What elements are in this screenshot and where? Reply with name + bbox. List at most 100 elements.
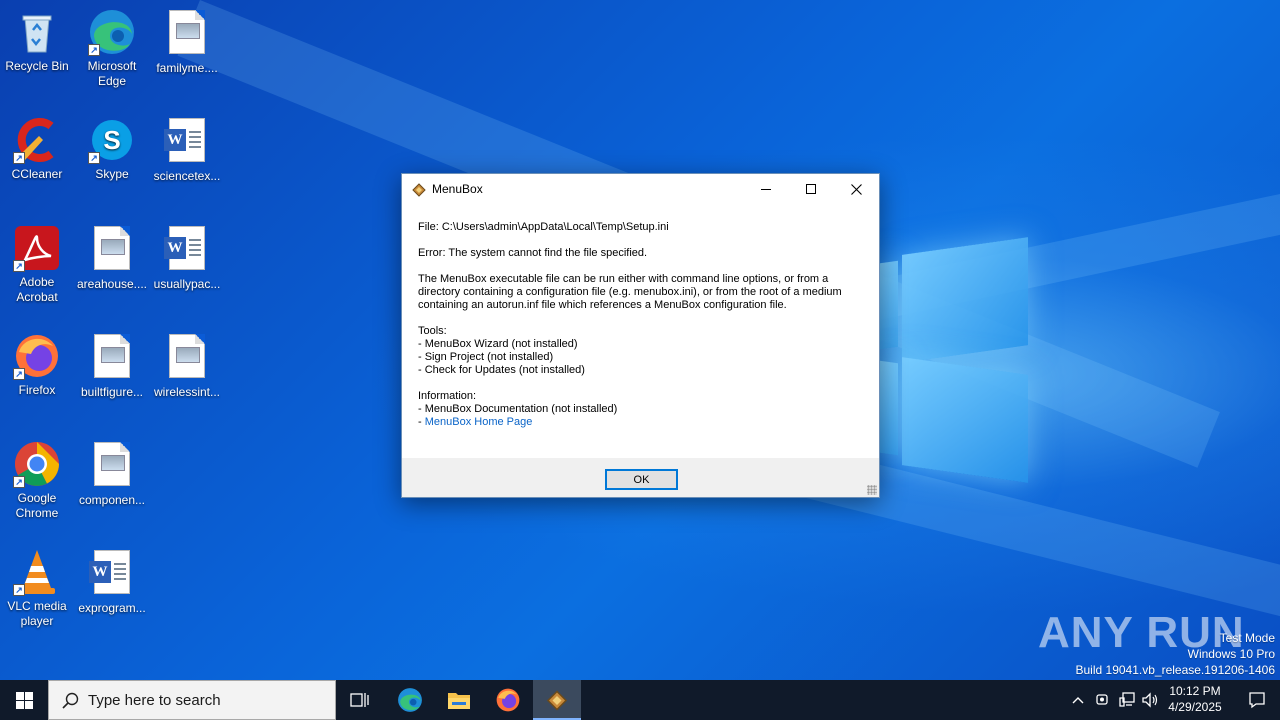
image-file-icon [169, 10, 205, 54]
shortcut-arrow-icon: ↗ [88, 152, 100, 164]
shortcut-arrow-icon: ↗ [13, 368, 25, 380]
wallpaper-logo-pane [902, 237, 1028, 363]
desktop-icon-file[interactable]: W sciencetex... [149, 116, 225, 184]
desktop-icon-label: wirelessint... [153, 385, 221, 399]
tools-header: Tools: [418, 325, 447, 337]
menubox-home-page-link[interactable]: MenuBox Home Page [425, 416, 533, 428]
dialog-footer: OK [402, 458, 879, 497]
desktop-icon-recycle-bin[interactable]: Recycle Bin [0, 8, 75, 74]
shortcut-arrow-icon: ↗ [13, 584, 25, 596]
start-button[interactable] [0, 680, 48, 720]
action-center-button[interactable] [1234, 680, 1280, 720]
meet-now-icon[interactable] [1095, 691, 1111, 709]
menubox-app-icon [412, 183, 426, 197]
taskbar-file-explorer-button[interactable] [435, 680, 483, 720]
desktop-icon-label: usuallypac... [153, 277, 221, 291]
maximize-button[interactable] [788, 174, 834, 204]
tools-section: Tools: - MenuBox Wizard (not installed) … [418, 325, 868, 377]
word-document-icon: W [164, 118, 205, 162]
desktop-icon-label: familyme.... [156, 61, 218, 75]
desktop-icon-label: exprogram... [78, 601, 146, 615]
desktop-icon-label: sciencetex... [153, 169, 221, 183]
notification-icon [1249, 692, 1265, 709]
wallpaper-logo-pane [880, 260, 898, 350]
taskbar-search-box[interactable]: Type here to search [48, 680, 336, 720]
chevron-up-icon[interactable] [1071, 691, 1085, 709]
desktop-icon-label: areahouse.... [76, 277, 148, 291]
close-button[interactable] [833, 174, 879, 204]
wallpaper-logo-pane [902, 357, 1028, 483]
desktop-icon-label: Microsoft Edge [87, 59, 137, 88]
desktop-icon-file[interactable]: W exprogram... [74, 548, 150, 616]
recycle-bin-icon [22, 15, 52, 53]
clock-time: 10:12 PM [1169, 684, 1221, 698]
taskbar-menubox-button[interactable] [533, 680, 581, 720]
desktop-icon-vlc[interactable]: ↗ VLC media player [0, 548, 75, 629]
image-file-icon [94, 334, 130, 378]
dialog-titlebar[interactable]: MenuBox [402, 174, 879, 204]
firefox-icon [496, 688, 520, 712]
desktop-icon-file[interactable]: componen... [74, 440, 150, 508]
desktop-icon-label: Firefox [18, 383, 56, 397]
svg-text:S: S [103, 125, 120, 155]
desktop-icon-firefox[interactable]: ↗ Firefox [0, 332, 75, 398]
watermark-edition: Windows 10 Pro [1187, 647, 1275, 661]
windows-logo-icon [15, 691, 33, 709]
wallpaper-logo-pane [880, 360, 898, 456]
description-text: The MenuBox executable file can be run e… [418, 273, 842, 311]
desktop-icon-file[interactable]: builtfigure... [74, 332, 150, 400]
dialog-message: File: C:\Users\admin\AppData\Local\Temp\… [418, 221, 868, 442]
documentation-item: - MenuBox Documentation (not installed) [418, 403, 618, 415]
search-icon [62, 692, 79, 709]
desktop-icon-file[interactable]: W usuallypac... [149, 224, 225, 292]
file-path-line: File: C:\Users\admin\AppData\Local\Temp\… [418, 221, 669, 233]
menubox-app-icon [546, 690, 568, 711]
desktop-icon-microsoft-edge[interactable]: ↗ Microsoft Edge [74, 8, 150, 89]
desktop-icon-file[interactable]: wirelessint... [149, 332, 225, 400]
desktop-icon-skype[interactable]: S ↗ Skype [74, 116, 150, 182]
shortcut-arrow-icon: ↗ [13, 476, 25, 488]
desktop-icon-label: VLC media player [7, 599, 67, 628]
desktop-icon-adobe-acrobat[interactable]: ↗ Adobe Acrobat [0, 224, 75, 305]
desktop-icon-file[interactable]: familyme.... [149, 8, 225, 76]
desktop-icon-label: builtfigure... [80, 385, 144, 399]
desktop-icon-label: Google Chrome [15, 491, 59, 520]
taskbar-firefox-button[interactable] [484, 680, 532, 720]
search-placeholder: Type here to search [88, 691, 221, 709]
ok-button[interactable]: OK [605, 469, 678, 490]
volume-icon[interactable] [1141, 691, 1159, 709]
test-mode-watermark: Test Mode Windows 10 Pro Build 19041.vb_… [1076, 630, 1276, 678]
tool-item: - Sign Project (not installed) [418, 351, 554, 363]
watermark-build: Build 19041.vb_release.191206-1406 [1075, 663, 1276, 677]
minimize-button[interactable] [743, 174, 789, 204]
desktop-icon-label: Skype [95, 167, 129, 181]
edge-icon [398, 688, 422, 712]
error-line: Error: The system cannot find the file s… [418, 247, 648, 259]
minimize-icon [761, 189, 771, 190]
resize-grip-icon[interactable] [867, 485, 877, 495]
desktop-icon-label: CCleaner [11, 167, 63, 181]
word-document-icon: W [164, 226, 205, 270]
clock-date: 4/29/2025 [1168, 700, 1222, 714]
taskbar-edge-button[interactable] [386, 680, 434, 720]
desktop-icon-cccleaner[interactable]: ↗ CCleaner [0, 116, 75, 182]
shortcut-arrow-icon: ↗ [13, 152, 25, 164]
network-icon[interactable] [1118, 691, 1136, 709]
tool-item: - MenuBox Wizard (not installed) [418, 338, 578, 350]
image-file-icon [94, 442, 130, 486]
shortcut-arrow-icon: ↗ [88, 44, 100, 56]
watermark-mode: Test Mode [1219, 631, 1275, 645]
taskbar-clock[interactable]: 10:12 PM 4/29/2025 [1162, 683, 1228, 715]
tool-item: - Check for Updates (not installed) [418, 364, 585, 376]
task-view-icon [350, 693, 369, 707]
desktop-icon-google-chrome[interactable]: ↗ Google Chrome [0, 440, 75, 521]
information-section: Information: - MenuBox Documentation (no… [418, 390, 868, 429]
dialog-title: MenuBox [432, 182, 483, 196]
close-icon [850, 183, 862, 195]
folder-icon [448, 693, 470, 709]
task-view-button[interactable] [336, 680, 384, 720]
desktop-icon-file[interactable]: areahouse.... [74, 224, 150, 292]
menubox-dialog: MenuBox File: C:\Users\admin\AppData\Loc… [401, 173, 880, 498]
image-file-icon [94, 226, 130, 270]
desktop-icon-label: Adobe Acrobat [16, 275, 58, 304]
